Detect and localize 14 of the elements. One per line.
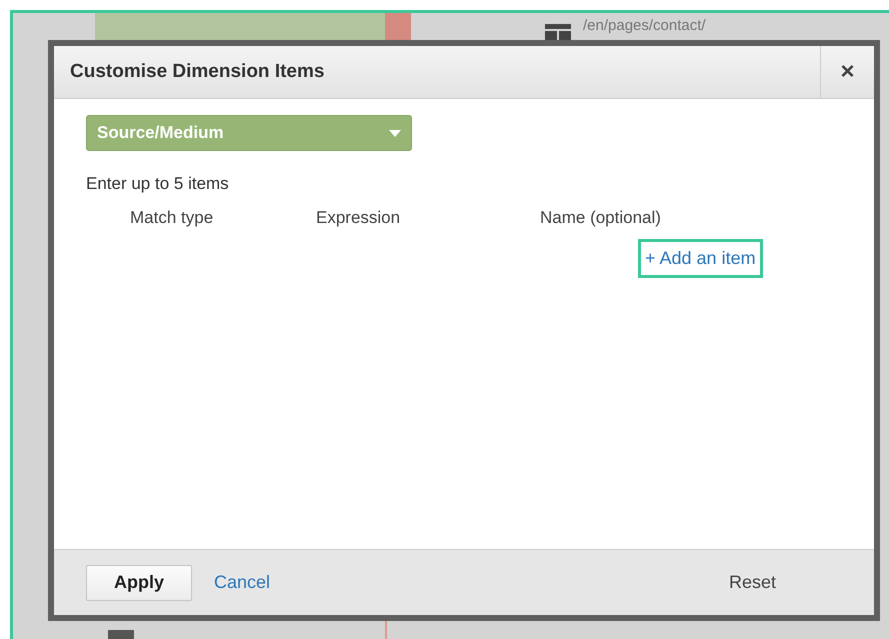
marker-bar: [385, 13, 411, 43]
add-item-link[interactable]: + Add an item: [638, 238, 763, 278]
cancel-link[interactable]: Cancel: [214, 569, 270, 596]
reset-link[interactable]: Reset: [728, 569, 776, 596]
table-icon: [108, 630, 134, 639]
caret-icon: [389, 130, 401, 136]
dialog-title: Customise Dimension Items: [69, 60, 326, 84]
column-header: Expression: [316, 208, 400, 226]
hint-text: Enter up to 5 items: [86, 173, 229, 195]
page-path: /en/pages/contact/: [583, 16, 706, 36]
close-button[interactable]: ×: [820, 46, 874, 98]
column-header: Name (optional): [540, 208, 661, 226]
apply-button[interactable]: Apply: [86, 564, 192, 600]
column-header: Match type: [130, 208, 214, 226]
